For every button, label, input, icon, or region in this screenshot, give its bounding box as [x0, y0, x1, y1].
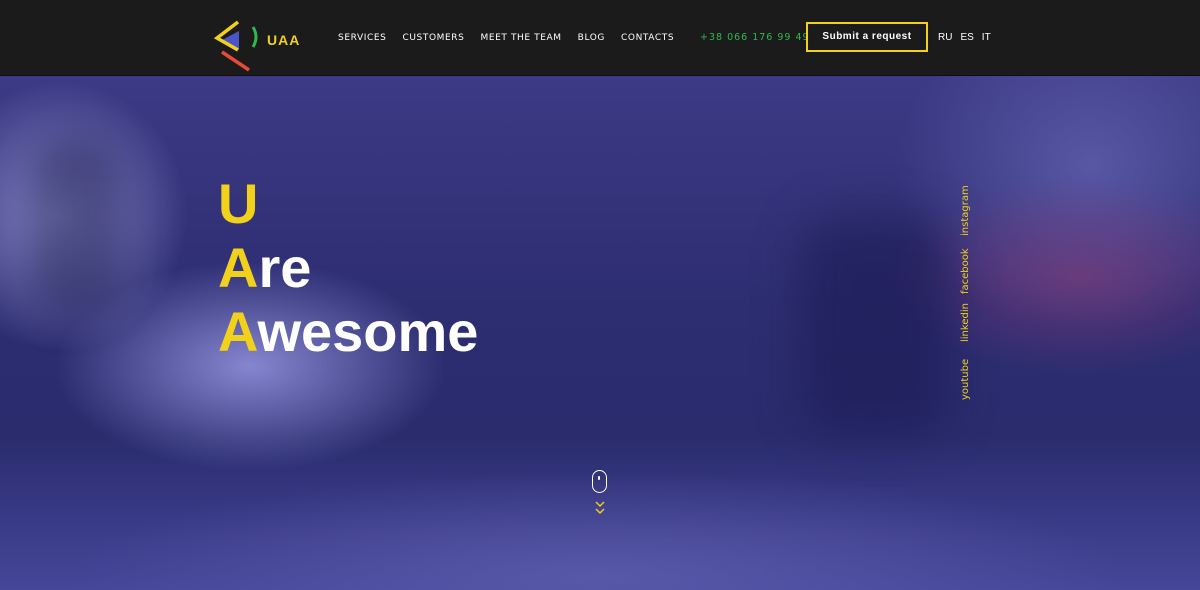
social-link-instagram[interactable]: instagram [960, 185, 971, 236]
nav-item-services[interactable]: SERVICES [338, 32, 386, 44]
nav-item-meet-the-team[interactable]: MEET THE TEAM [480, 32, 561, 44]
background-blur-shape [30, 136, 120, 316]
language-switcher: RU ES IT [938, 32, 991, 43]
nav-item-contacts[interactable]: CONTACTS [621, 32, 674, 44]
lang-ru[interactable]: RU [938, 32, 952, 43]
social-link-facebook[interactable]: facebook [960, 248, 971, 294]
social-link-youtube[interactable]: youtube [960, 359, 971, 400]
chevron-down-icon[interactable] [593, 499, 607, 517]
submit-request-button[interactable]: Submit a request [806, 22, 928, 52]
top-navigation-bar: UAA SERVICES CUSTOMERS MEET THE TEAM BLO… [0, 0, 1200, 76]
hero-section: U Are Awesome instagram facebook linkedi… [0, 76, 1200, 590]
phone-number[interactable]: +38 066 176 99 49 [700, 32, 810, 43]
lang-it[interactable]: IT [982, 32, 991, 43]
background-blur-shape [800, 216, 950, 436]
lang-es[interactable]: ES [960, 32, 973, 43]
headline-line-3: Awesome [218, 300, 479, 363]
social-links: instagram facebook linkedin youtube [960, 185, 982, 400]
nav-item-blog[interactable]: BLOG [578, 32, 605, 44]
main-nav: SERVICES CUSTOMERS MEET THE TEAM BLOG CO… [338, 32, 690, 44]
hero-headline: U Are Awesome [218, 172, 478, 364]
mouse-scroll-icon[interactable] [592, 470, 607, 493]
brand-name[interactable]: UAA [267, 32, 300, 48]
headline-line-2: Are [218, 236, 312, 299]
nav-item-customers[interactable]: CUSTOMERS [402, 32, 464, 44]
headline-line-1: U [218, 172, 259, 235]
social-link-linkedin[interactable]: linkedin [960, 303, 971, 342]
